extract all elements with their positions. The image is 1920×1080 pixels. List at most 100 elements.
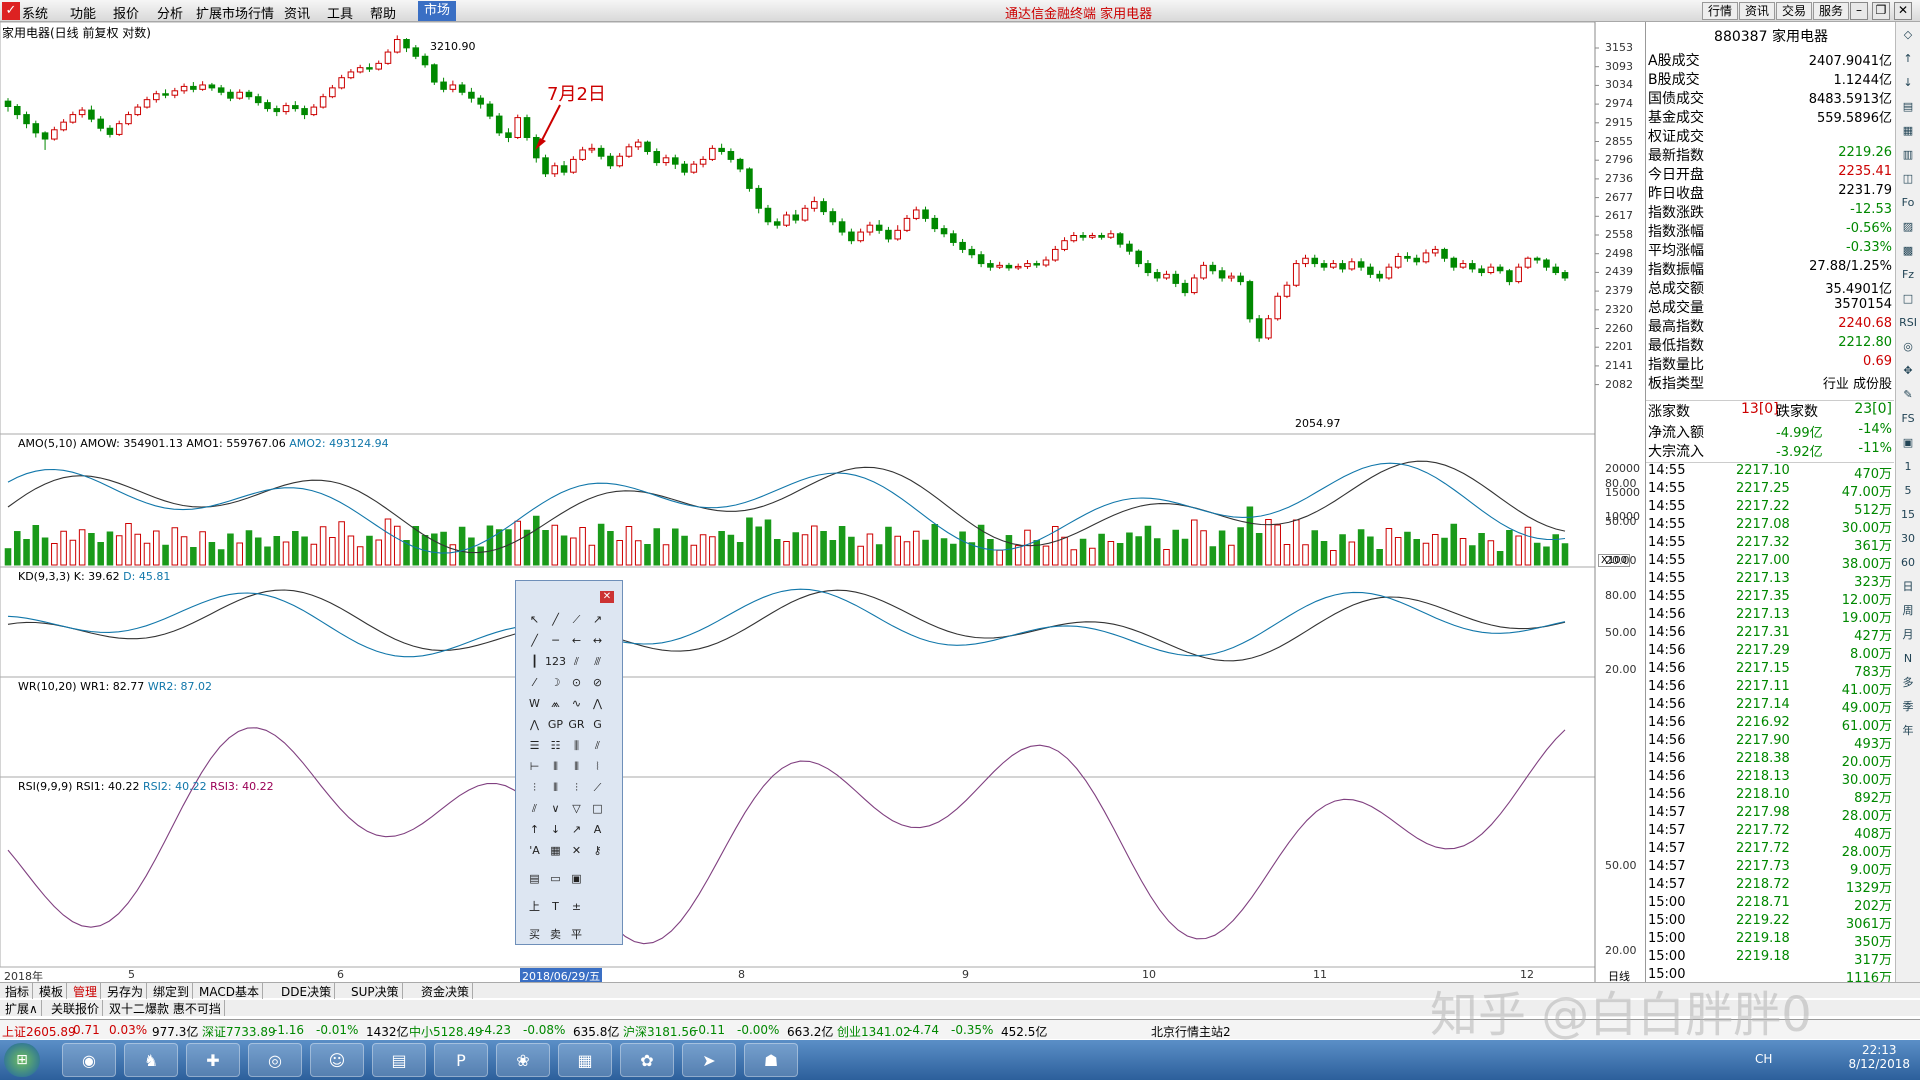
taskbar-app-icon[interactable]: ◉ <box>62 1043 116 1077</box>
indicator-tab[interactable]: 资金决策 <box>418 983 474 999</box>
drawing-tool-icon[interactable]: ⦚ <box>587 756 608 777</box>
drawing-tool-icon[interactable]: ⚷ <box>587 840 608 861</box>
taskbar-app-icon[interactable]: ☗ <box>744 1043 798 1077</box>
drawing-tool-icon[interactable]: ⦀ <box>545 777 566 798</box>
drawing-tool-icon[interactable]: ⋀ <box>524 714 545 735</box>
drawing-tool-icon[interactable]: GP <box>545 714 566 735</box>
drawing-tool-icon[interactable]: ⟋ <box>587 777 608 798</box>
drawing-tool-icon[interactable]: ⩕ <box>545 693 566 714</box>
drawing-tool-icon[interactable]: ╱ <box>524 630 545 651</box>
drawing-tool-icon[interactable]: ⁄ <box>524 672 545 693</box>
drawing-tool-icon[interactable]: ⫶ <box>524 777 545 798</box>
drawing-tool-icon[interactable]: ⫽ <box>566 651 587 672</box>
drawing-tool-icon[interactable]: ⊙ <box>566 672 587 693</box>
taskbar-app-icon[interactable]: ♞ <box>124 1043 178 1077</box>
side-tool-icon[interactable]: ▥ <box>1897 144 1919 166</box>
drawing-tool-icon[interactable]: 买 <box>524 924 545 945</box>
side-tool-icon[interactable]: ✎ <box>1897 384 1919 406</box>
input-language[interactable]: CH <box>1755 1052 1772 1066</box>
drawing-tools-panel[interactable]: ✕ ↖ ╱ ⟋ ↗╱ ─ ← ↔┃ 123 ⫽ ⫻⁄ ☽ ⊙ ⊘W ⩕ ∿ ⋀⋀ GP GR G☰ ☷ ⫼ ⫽⊢ ⦀ ⫴ ⦚⫶ ⦀… <box>515 580 623 945</box>
side-tool-icon[interactable]: ↓ <box>1897 72 1919 94</box>
drawing-tool-icon[interactable]: ☰ <box>524 735 545 756</box>
taskbar-app-icon[interactable]: ▤ <box>372 1043 426 1077</box>
drawing-tool-icon[interactable]: ⫴ <box>566 756 587 777</box>
side-tool-icon[interactable]: ▦ <box>1897 120 1919 142</box>
drawing-tool-icon[interactable]: ± <box>566 896 587 917</box>
drawing-tool-icon[interactable]: ╱ <box>545 609 566 630</box>
drawing-tool-icon[interactable]: ─ <box>545 630 566 651</box>
drawing-tool-icon[interactable]: ⋀ <box>587 693 608 714</box>
menu-item[interactable]: 扩展市场行情 <box>196 3 274 22</box>
drawing-tool-icon[interactable]: ⫽ <box>587 735 608 756</box>
side-tool-icon[interactable]: 多 <box>1897 672 1919 694</box>
drawing-tool-icon[interactable]: G <box>587 714 608 735</box>
side-tool-icon[interactable]: ▣ <box>1897 432 1919 454</box>
extension-tab[interactable]: 关联报价 <box>48 1000 104 1016</box>
drawing-tool-icon[interactable]: ⫶ <box>566 777 587 798</box>
drawing-tool-icon[interactable]: ⫽ <box>524 798 545 819</box>
indicator-tab[interactable]: 绑定到 <box>150 983 194 999</box>
drawing-tool-icon[interactable]: GR <box>566 714 587 735</box>
side-tool-icon[interactable]: 5 <box>1897 480 1919 502</box>
start-button[interactable]: ⊞ <box>4 1043 40 1077</box>
side-tool-icon[interactable]: Fz <box>1897 264 1919 286</box>
drawing-tool-icon[interactable]: ▽ <box>566 798 587 819</box>
menu-item[interactable]: 报价 <box>113 3 139 22</box>
drawing-tool-icon[interactable]: ↗ <box>566 819 587 840</box>
taskbar-app-icon[interactable]: ☺ <box>310 1043 364 1077</box>
menu-item[interactable]: 工具 <box>327 3 353 22</box>
drawing-tool-icon[interactable]: 卖 <box>545 924 566 945</box>
menu-item[interactable]: 资讯 <box>284 3 310 22</box>
side-tool-icon[interactable]: 年 <box>1897 720 1919 742</box>
drawing-tool-icon[interactable]: ↓ <box>545 819 566 840</box>
indicator-tab[interactable]: SUP决策 <box>348 983 403 999</box>
toolpanel-close-icon[interactable]: ✕ <box>600 591 614 603</box>
taskbar-app-icon[interactable]: ❀ <box>496 1043 550 1077</box>
close-button[interactable]: ✕ <box>1894 2 1912 20</box>
side-tool-icon[interactable]: RSI <box>1897 312 1919 334</box>
menu-item[interactable]: 功能 <box>70 3 96 22</box>
side-tool-icon[interactable]: 30 <box>1897 528 1919 550</box>
side-tool-icon[interactable]: ◇ <box>1897 24 1919 46</box>
extension-tab[interactable]: 扩展∧ <box>2 1000 42 1016</box>
restore-button[interactable]: ❐ <box>1872 2 1890 20</box>
drawing-tool-icon[interactable]: ⊘ <box>587 672 608 693</box>
indicator-tab[interactable]: MACD基本 <box>196 983 263 999</box>
top-right-button[interactable]: 交易 <box>1776 2 1813 20</box>
taskbar-app-icon[interactable]: ✿ <box>620 1043 674 1077</box>
drawing-tool-icon[interactable]: ☽ <box>545 672 566 693</box>
drawing-tool-icon[interactable]: 平 <box>566 924 587 945</box>
drawing-tool-icon[interactable]: □ <box>587 798 608 819</box>
drawing-tool-icon[interactable]: ↑ <box>524 819 545 840</box>
drawing-tool-icon[interactable]: ▭ <box>545 868 566 889</box>
drawing-tool-icon[interactable]: ⊢ <box>524 756 545 777</box>
drawing-tool-icon[interactable]: A <box>587 819 608 840</box>
side-tool-icon[interactable]: FS <box>1897 408 1919 430</box>
indicator-tab[interactable]: 另存为 <box>104 983 148 999</box>
side-tool-icon[interactable]: N <box>1897 648 1919 670</box>
minimize-button[interactable]: – <box>1850 2 1868 20</box>
drawing-tool-icon[interactable]: ▤ <box>524 868 545 889</box>
drawing-tool-icon[interactable]: ↔ <box>587 630 608 651</box>
drawing-tool-icon[interactable]: ⫼ <box>566 735 587 756</box>
taskbar-app-icon[interactable]: ✚ <box>186 1043 240 1077</box>
side-tool-icon[interactable]: ▩ <box>1897 240 1919 262</box>
side-tool-icon[interactable]: ◫ <box>1897 168 1919 190</box>
menu-item[interactable]: 分析 <box>157 3 183 22</box>
side-tool-icon[interactable]: 周 <box>1897 600 1919 622</box>
side-tool-icon[interactable]: 月 <box>1897 624 1919 646</box>
drawing-tool-icon[interactable]: 123 <box>545 651 566 672</box>
drawing-tool-icon[interactable]: ⫻ <box>587 651 608 672</box>
drawing-tool-icon[interactable]: ▦ <box>545 840 566 861</box>
drawing-tool-icon[interactable]: T <box>545 896 566 917</box>
side-tool-icon[interactable]: ✥ <box>1897 360 1919 382</box>
indicator-tab[interactable]: 指标 <box>2 983 34 999</box>
side-tool-icon[interactable]: □ <box>1897 288 1919 310</box>
drawing-tool-icon[interactable]: ✕ <box>566 840 587 861</box>
drawing-tool-icon[interactable]: ∿ <box>566 693 587 714</box>
drawing-tool-icon[interactable] <box>587 917 608 938</box>
side-tool-icon[interactable]: ▨ <box>1897 216 1919 238</box>
side-tool-icon[interactable]: ↑ <box>1897 48 1919 70</box>
side-tool-icon[interactable]: 60 <box>1897 552 1919 574</box>
drawing-tool-icon[interactable]: 上 <box>524 896 545 917</box>
